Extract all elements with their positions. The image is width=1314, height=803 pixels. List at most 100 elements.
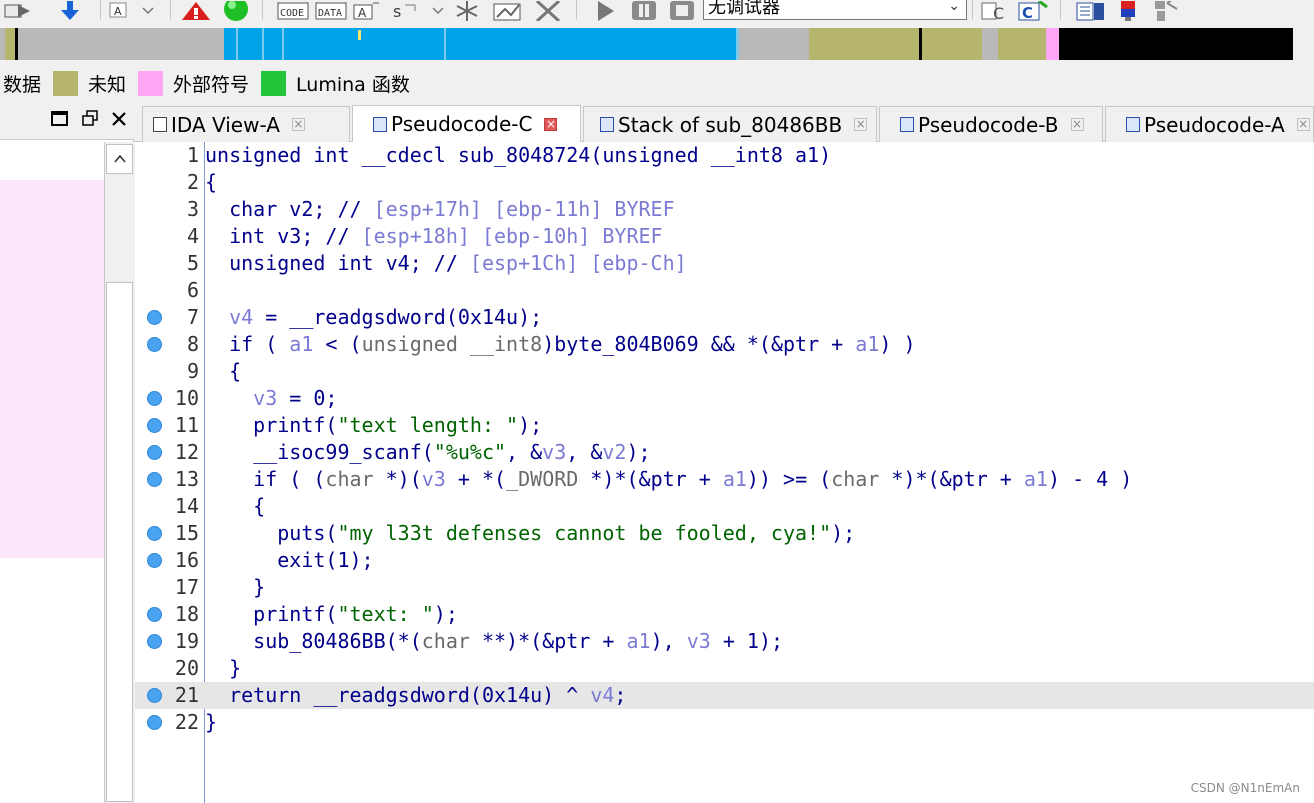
code-text[interactable]: unsigned int v4; // [esp+1Ch] [ebp-Ch] <box>205 250 687 277</box>
cross-icon[interactable] <box>532 0 564 21</box>
string-icon[interactable]: A <box>352 0 382 21</box>
code-line[interactable]: 19 sub_80486BB(*(char **)*(&ptr + a1), v… <box>135 628 1314 655</box>
code-line[interactable]: 2{ <box>135 169 1314 196</box>
code-text[interactable]: exit(1); <box>205 547 373 574</box>
tab-label: Pseudocode-B <box>918 112 1059 137</box>
close-icon[interactable]: × <box>291 118 305 131</box>
snowflake-icon[interactable] <box>452 0 482 21</box>
breakpoint-dot-icon[interactable] <box>147 634 162 649</box>
jump-icon[interactable] <box>2 0 36 21</box>
code-text[interactable]: { <box>205 358 241 385</box>
tab-stack-of-sub[interactable]: Stack of sub_80486BB × <box>583 106 877 142</box>
code-line[interactable]: 16 exit(1); <box>135 547 1314 574</box>
code-line[interactable]: 11 printf("text length: "); <box>135 412 1314 439</box>
image-icon[interactable] <box>492 0 524 21</box>
dropdown-icon[interactable] <box>430 0 446 21</box>
tab-pseudocode-b[interactable]: Pseudocode-B × <box>879 106 1103 142</box>
code-text[interactable]: return __readgsdword(0x14u) ^ v4; <box>205 682 626 709</box>
code-text[interactable]: { <box>205 493 265 520</box>
code-line[interactable]: 1 unsigned int __cdecl sub_8048724(unsign… <box>135 142 1314 169</box>
restore-icon[interactable] <box>82 110 100 133</box>
code-text[interactable]: } <box>205 709 217 736</box>
code-line[interactable]: 18 printf("text: "); <box>135 601 1314 628</box>
code-text[interactable]: } <box>205 655 241 682</box>
code-line[interactable]: 17 } <box>135 574 1314 601</box>
code-line[interactable]: 7 v4 = __readgsdword(0x14u); <box>135 304 1314 331</box>
code-text[interactable]: int v3; // [esp+18h] [ebp-10h] BYREF <box>205 223 663 250</box>
code-line[interactable]: 13 if ( (char *)(v3 + *(_DWORD *)*(&ptr … <box>135 466 1314 493</box>
code-line[interactable]: 22} <box>135 709 1314 736</box>
close-icon[interactable]: × <box>544 117 558 131</box>
stop-icon[interactable] <box>666 0 698 21</box>
play-icon[interactable] <box>590 0 620 21</box>
breakpoint-dot-icon[interactable] <box>147 418 162 433</box>
breakpoint-dot-icon[interactable] <box>147 391 162 406</box>
close-icon[interactable] <box>110 110 128 133</box>
code-text[interactable]: if ( (char *)(v3 + *(_DWORD *)*(&ptr + a… <box>205 466 1132 493</box>
list-icon[interactable] <box>1074 0 1108 21</box>
warning-icon[interactable] <box>180 0 212 21</box>
code-line[interactable]: 20 } <box>135 655 1314 682</box>
dropdown-icon[interactable] <box>138 0 158 21</box>
cpu-icon[interactable]: C <box>978 0 1012 21</box>
code-text[interactable]: char v2; // [esp+17h] [ebp-11h] BYREF <box>205 196 675 223</box>
close-icon[interactable]: × <box>1296 118 1310 131</box>
code-line[interactable]: 3 char v2; // [esp+17h] [ebp-11h] BYREF <box>135 196 1314 223</box>
code-text[interactable]: unsigned int __cdecl sub_8048724(unsigne… <box>205 142 831 169</box>
code-text[interactable]: __isoc99_scanf("%u%c", &v3, &v2); <box>205 439 650 466</box>
code-icon[interactable]: CODE <box>276 0 310 21</box>
code-line[interactable]: 14 { <box>135 493 1314 520</box>
tab-pseudocode-c[interactable]: Pseudocode-C × <box>352 105 581 142</box>
navigation-band[interactable] <box>0 28 1314 60</box>
green-circle-icon[interactable] <box>220 0 252 21</box>
tab-bar: IDA View-A × Pseudocode-C × Stack of sub… <box>135 104 1314 142</box>
close-icon[interactable]: × <box>1070 118 1084 131</box>
data-icon[interactable]: DATA <box>314 0 348 21</box>
arrow-down-icon[interactable] <box>56 0 84 21</box>
scrollbar-thumb[interactable] <box>106 282 133 802</box>
maximize-icon[interactable] <box>50 110 70 133</box>
struct-icon[interactable]: s <box>390 0 420 21</box>
code-line[interactable]: 10 v3 = 0; <box>135 385 1314 412</box>
code-line[interactable]: 15 puts("my l33t defenses cannot be fool… <box>135 520 1314 547</box>
breakpoint-dot-icon[interactable] <box>147 445 162 460</box>
functions-scrollbar[interactable] <box>104 142 134 803</box>
decompile-icon[interactable]: C <box>1016 0 1050 21</box>
code-line[interactable]: 21 return __readgsdword(0x14u) ^ v4; <box>135 682 1314 709</box>
code-text[interactable]: if ( a1 < (unsigned __int8)byte_804B069 … <box>205 331 915 358</box>
scroll-up-icon[interactable] <box>106 144 133 174</box>
code-text[interactable]: sub_80486BB(*(char **)*(&ptr + a1), v3 +… <box>205 628 783 655</box>
pseudocode-view[interactable]: CSDN @N1nEmAn 1 unsigned int __cdecl sub_… <box>135 142 1314 803</box>
code-text[interactable]: { <box>205 169 217 196</box>
breakpoint-dot-icon[interactable] <box>147 310 162 325</box>
code-line[interactable]: 5 unsigned int v4; // [esp+1Ch] [ebp-Ch] <box>135 250 1314 277</box>
code-line[interactable]: 9 { <box>135 358 1314 385</box>
breakpoint-dot-icon[interactable] <box>147 688 162 703</box>
code-line[interactable]: 12 __isoc99_scanf("%u%c", &v3, &v2); <box>135 439 1314 466</box>
line-number: 19 <box>174 629 199 653</box>
breakpoint-dot-icon[interactable] <box>147 553 162 568</box>
breakpoint-dot-icon[interactable] <box>147 337 162 352</box>
tab-ida-view-a[interactable]: IDA View-A × <box>142 106 350 142</box>
breakpoint-dot-icon[interactable] <box>147 526 162 541</box>
breakpoint-dot-icon[interactable] <box>147 472 162 487</box>
code-text[interactable]: puts("my l33t defenses cannot be fooled,… <box>205 520 855 547</box>
code-line[interactable]: 8 if ( a1 < (unsigned __int8)byte_804B06… <box>135 331 1314 358</box>
code-line[interactable]: 6 <box>135 277 1314 304</box>
flag-icon[interactable] <box>1114 0 1148 21</box>
text-icon[interactable]: A <box>106 0 132 21</box>
tab-pseudocode-a[interactable]: Pseudocode-A × <box>1105 106 1314 142</box>
breakpoint-dot-icon[interactable] <box>147 607 162 622</box>
pause-icon[interactable] <box>628 0 660 21</box>
code-text[interactable]: printf("text length: "); <box>205 412 542 439</box>
code-text[interactable]: v4 = __readgsdword(0x14u); <box>205 304 542 331</box>
debugger-select[interactable]: 无调试器 ⌄ <box>703 0 967 20</box>
code-text[interactable]: } <box>205 574 265 601</box>
close-icon[interactable]: × <box>854 118 868 131</box>
code-line[interactable]: 4 int v3; // [esp+18h] [ebp-10h] BYREF <box>135 223 1314 250</box>
code-text[interactable]: v3 = 0; <box>205 385 337 412</box>
graph-icon[interactable] <box>1150 0 1184 21</box>
code-text[interactable]: printf("text: "); <box>205 601 458 628</box>
line-number: 11 <box>174 413 199 437</box>
breakpoint-dot-icon[interactable] <box>147 715 162 730</box>
